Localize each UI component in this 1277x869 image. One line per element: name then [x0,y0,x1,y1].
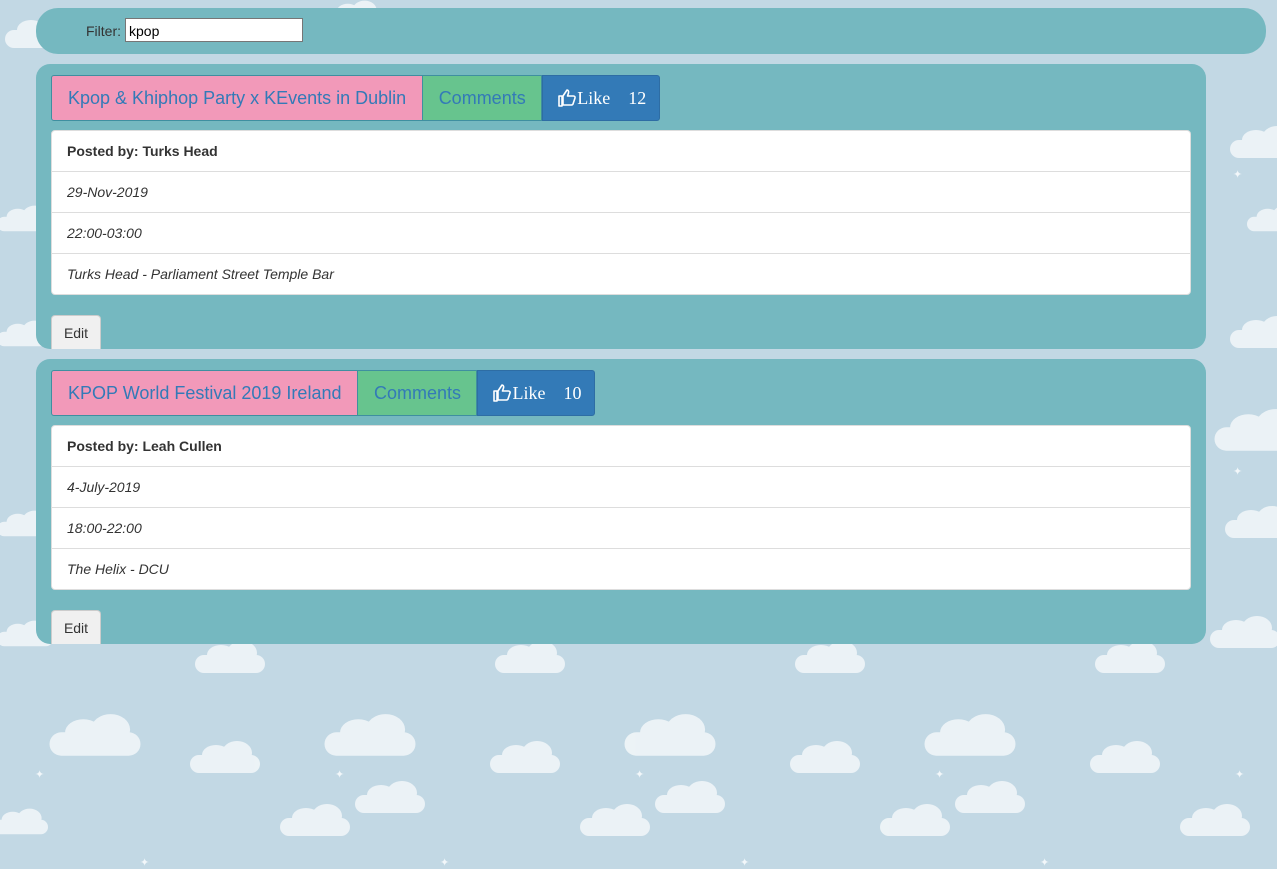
cloud-decoration [495,641,565,673]
thumbs-up-icon [558,89,577,107]
like-button[interactable]: Like 12 [542,75,661,121]
comments-button[interactable]: Comments [423,75,543,121]
cloud-decoration [1090,741,1160,773]
sparkle-decoration: ✦ [740,856,750,869]
event-location: The Helix - DCU [67,561,169,577]
event-details-list: Posted by: Turks Head 29-Nov-2019 22:00-… [51,130,1191,295]
event-date: 4-July-2019 [52,467,1190,508]
edit-button[interactable]: Edit [51,610,101,644]
cloud-decoration [190,741,260,773]
sparkle-decoration: ✦ [935,768,945,781]
event-title-button[interactable]: KPOP World Festival 2019 Ireland [51,370,359,416]
filter-label: Filter: [86,23,121,39]
cloud-decoration [1230,316,1277,348]
like-count: 12 [628,87,647,108]
sparkle-decoration: ✦ [140,856,150,869]
cloud-decoration [1225,506,1277,538]
like-button[interactable]: Like 10 [477,370,596,416]
event-date: 29-Nov-2019 [52,172,1190,213]
like-count: 10 [563,382,582,403]
cloud-decoration [624,714,716,756]
like-label: Like [577,87,611,108]
cloud-decoration [324,714,416,756]
event-header: KPOP World Festival 2019 Ireland Comment… [51,370,596,416]
cloud-decoration [49,714,141,756]
event-details-list: Posted by: Leah Cullen 4-July-2019 18:00… [51,425,1191,590]
sparkle-decoration: ✦ [335,768,345,781]
edit-button[interactable]: Edit [51,315,101,349]
cloud-decoration [1247,205,1277,232]
event-title-button[interactable]: Kpop & Khiphop Party x KEvents in Dublin [51,75,424,121]
event-time: 18:00-22:00 [52,508,1190,549]
posted-by-label: Posted by: [67,143,139,159]
sparkle-decoration: ✦ [1235,768,1245,781]
cloud-decoration [655,781,725,813]
sparkle-decoration: ✦ [635,768,645,781]
cloud-decoration [195,641,265,673]
filter-input[interactable] [125,18,303,42]
cloud-decoration [280,804,350,836]
cloud-decoration [924,714,1016,756]
cloud-decoration [1095,641,1165,673]
event-time: 22:00-03:00 [52,213,1190,254]
posted-by-row: Posted by: Leah Cullen [52,426,1190,467]
sparkle-decoration: ✦ [1233,465,1243,478]
cloud-decoration [790,741,860,773]
event-header: Kpop & Khiphop Party x KEvents in Dublin… [51,75,661,121]
event-card: KPOP World Festival 2019 Ireland Comment… [36,359,1206,644]
cloud-decoration [1214,409,1277,451]
cloud-decoration [0,808,48,835]
comments-button[interactable]: Comments [358,370,478,416]
sparkle-decoration: ✦ [1233,168,1243,181]
cloud-decoration [490,741,560,773]
cloud-decoration [955,781,1025,813]
cloud-decoration [880,804,950,836]
cloud-decoration [355,781,425,813]
posted-by-label: Posted by: [67,438,139,454]
cloud-decoration [580,804,650,836]
cloud-decoration [1180,804,1250,836]
cloud-decoration [1210,616,1277,648]
event-card: Kpop & Khiphop Party x KEvents in Dublin… [36,64,1206,349]
posted-by-name: Turks Head [142,143,218,159]
event-location: Turks Head - Parliament Street Temple Ba… [67,266,334,282]
cloud-decoration [795,641,865,673]
cloud-decoration [1230,126,1277,158]
sparkle-decoration: ✦ [35,768,45,781]
like-label: Like [512,382,546,403]
filter-bar: Filter: [36,8,1266,54]
thumbs-up-icon [493,384,512,402]
sparkle-decoration: ✦ [440,856,450,869]
posted-by-row: Posted by: Turks Head [52,131,1190,172]
sparkle-decoration: ✦ [1040,856,1050,869]
posted-by-name: Leah Cullen [142,438,222,454]
